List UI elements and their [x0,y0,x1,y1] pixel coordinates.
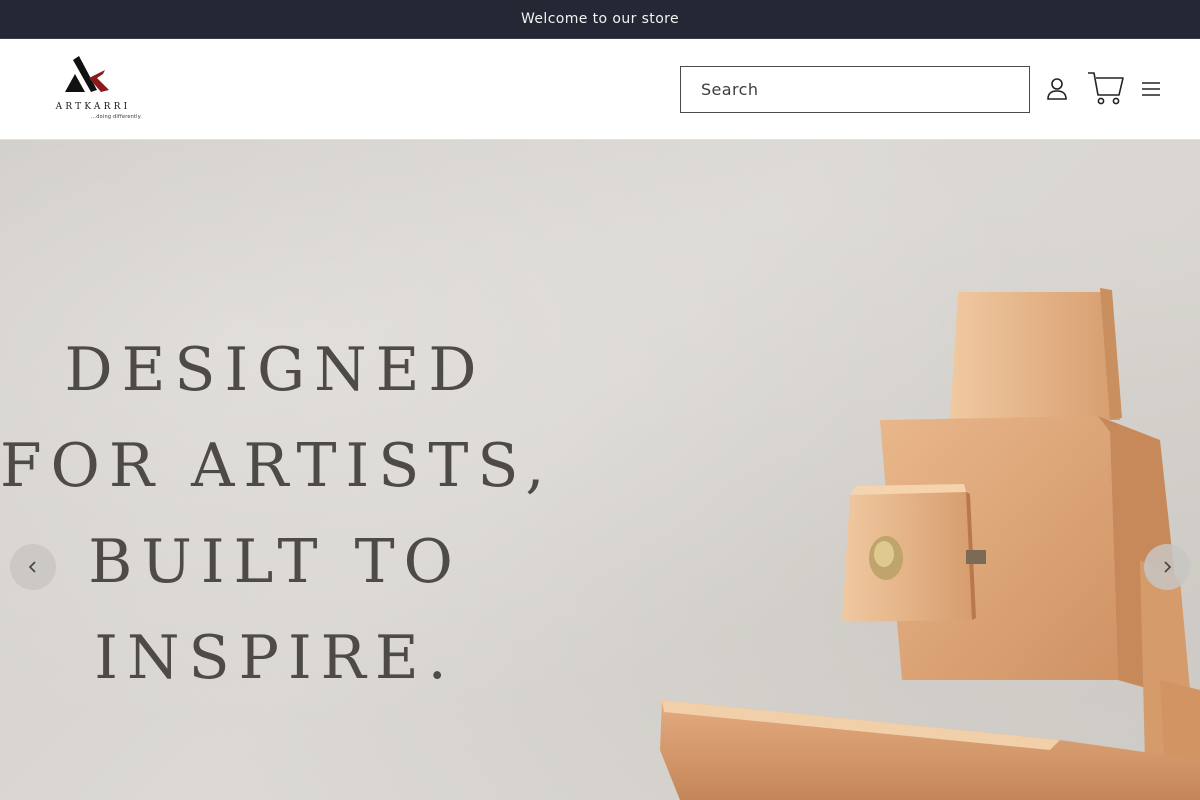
site-header: ARTKARRI ...doing differently. Search [0,39,1200,140]
hero-line: BUILT TO [88,527,462,597]
logo-wordmark: ARTKARRI [55,102,131,112]
hero-line: FOR ARTISTS, [0,431,554,501]
cart-icon [1088,72,1124,105]
hero-banner: DESIGNED FOR ARTISTS, BUILT TO INSPIRE. [0,140,1200,800]
search-input[interactable]: Search [680,66,1030,113]
logo-mark-icon [65,56,109,92]
hero-heading: DESIGNED FOR ARTISTS, BUILT TO INSPIRE. [0,322,550,706]
account-button[interactable] [1042,75,1072,103]
next-slide-button[interactable] [1144,544,1190,590]
previous-slide-button[interactable] [10,544,56,590]
chevron-right-icon [1164,561,1172,573]
hero-line: INSPIRE. [94,623,456,693]
hamburger-menu-icon [1142,82,1160,96]
cart-button[interactable] [1086,68,1126,108]
hero-line: DESIGNED [64,335,486,405]
account-icon [1047,78,1067,100]
logo-tagline: ...doing differently. [90,114,142,120]
announcement-text: Welcome to our store [520,11,680,27]
search-placeholder: Search [701,80,759,99]
chevron-left-icon [28,561,36,573]
menu-button[interactable] [1138,76,1164,102]
wooden-easel-image [660,288,1200,800]
store-logo[interactable]: ARTKARRI ...doing differently. [44,56,144,124]
announcement-bar: Welcome to our store [0,0,1200,39]
